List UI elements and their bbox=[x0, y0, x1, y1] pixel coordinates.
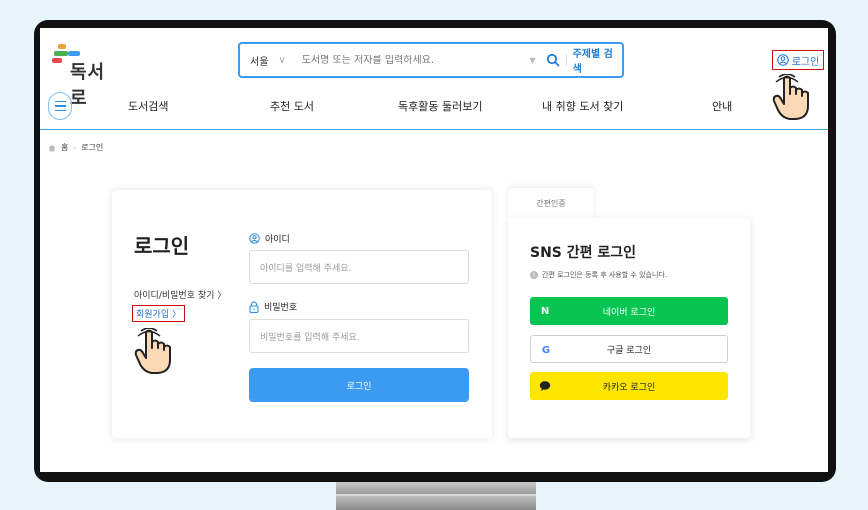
nav-item-activities[interactable]: 독후활동 둘러보기 bbox=[398, 98, 482, 114]
breadcrumb-home[interactable]: 홈 bbox=[61, 142, 68, 153]
google-login-button[interactable]: G 구글 로그인 bbox=[530, 335, 728, 363]
user-icon bbox=[776, 54, 789, 66]
monitor-stand-neck bbox=[336, 482, 536, 494]
search-bar: 서울 ∨ ▼ 주제별 검색 bbox=[238, 42, 624, 78]
sns-note-text: 간편 로그인은 등록 후 사용할 수 있습니다. bbox=[542, 271, 668, 279]
nav-item-book-search[interactable]: 도서검색 bbox=[128, 98, 168, 114]
naver-login-label: 네이버 로그인 bbox=[602, 307, 656, 318]
login-button[interactable]: 로그인 bbox=[249, 368, 469, 402]
logo-text: 독서로 bbox=[70, 62, 106, 109]
tab-simple-auth[interactable]: 간편인증 bbox=[508, 188, 594, 218]
sns-login-panel: SNS 간편 로그인 ! 간편 로그인은 등록 후 사용할 수 있습니다. N … bbox=[508, 218, 750, 438]
sns-title: SNS 간편 로그인 bbox=[530, 245, 637, 261]
find-id-password-link[interactable]: 아이디/비밀번호 찾기 〉 bbox=[134, 288, 226, 301]
id-input[interactable]: 아이디를 입력해 주세요. bbox=[249, 250, 469, 284]
lock-icon bbox=[249, 300, 259, 313]
chevron-down-icon[interactable]: ∨ bbox=[278, 55, 285, 66]
google-icon: G bbox=[541, 344, 551, 356]
region-select[interactable]: 서울 bbox=[250, 53, 268, 68]
site-logo[interactable]: 독서로 bbox=[46, 42, 116, 109]
info-icon: ! bbox=[530, 271, 538, 279]
dropdown-arrow-icon[interactable]: ▼ bbox=[529, 56, 535, 65]
hamburger-menu-button[interactable] bbox=[48, 92, 72, 120]
header-login-link[interactable]: 로그인 bbox=[772, 50, 824, 70]
chevron-right-icon: › bbox=[73, 143, 77, 152]
password-input[interactable]: 비밀번호를 입력해 주세요. bbox=[249, 319, 469, 353]
breadcrumb: 홈 › 로그인 bbox=[48, 142, 103, 153]
login-panel: 로그인 아이디/비밀번호 찾기 〉 회원가입 〉 아이디 아이디를 입력해 주세… bbox=[112, 190, 492, 438]
signup-link[interactable]: 회원가입 〉 bbox=[132, 305, 185, 322]
kakao-login-button[interactable]: 카카오 로그인 bbox=[530, 372, 728, 400]
page-title: 로그인 bbox=[134, 234, 190, 258]
nav-item-taste[interactable]: 내 취향 도서 찾기 bbox=[542, 98, 623, 114]
kakao-talk-icon bbox=[539, 381, 551, 391]
search-input[interactable] bbox=[301, 54, 528, 66]
naver-icon: N bbox=[540, 305, 550, 317]
nav-item-recommended[interactable]: 추천 도서 bbox=[270, 98, 314, 114]
nav-divider bbox=[40, 129, 828, 130]
screen: 독서로 서울 ∨ ▼ 주제별 검색 로그인 도서검색 추천 도서 독후활동 둘러… bbox=[40, 28, 828, 472]
google-login-label: 구글 로그인 bbox=[606, 345, 652, 356]
divider bbox=[565, 54, 567, 66]
header-login-label: 로그인 bbox=[791, 56, 820, 68]
password-label-row: 비밀번호 bbox=[249, 300, 297, 313]
pointer-hand-icon bbox=[772, 74, 809, 120]
sns-note: ! 간편 로그인은 등록 후 사용할 수 있습니다. bbox=[530, 270, 667, 280]
id-label: 아이디 bbox=[265, 235, 290, 245]
breadcrumb-current: 로그인 bbox=[81, 143, 104, 152]
topic-search-button[interactable]: 주제별 검색 bbox=[573, 45, 622, 75]
pointer-hand-icon bbox=[134, 328, 171, 374]
search-icon[interactable] bbox=[546, 53, 560, 67]
user-icon bbox=[249, 233, 260, 244]
nav-item-guide[interactable]: 안내 bbox=[712, 98, 732, 114]
home-icon bbox=[48, 144, 56, 151]
monitor-stand-base bbox=[336, 494, 536, 510]
id-label-row: 아이디 bbox=[249, 232, 290, 245]
kakao-login-label: 카카오 로그인 bbox=[602, 382, 656, 393]
naver-login-button[interactable]: N 네이버 로그인 bbox=[530, 297, 728, 325]
password-label: 비밀번호 bbox=[264, 303, 298, 313]
